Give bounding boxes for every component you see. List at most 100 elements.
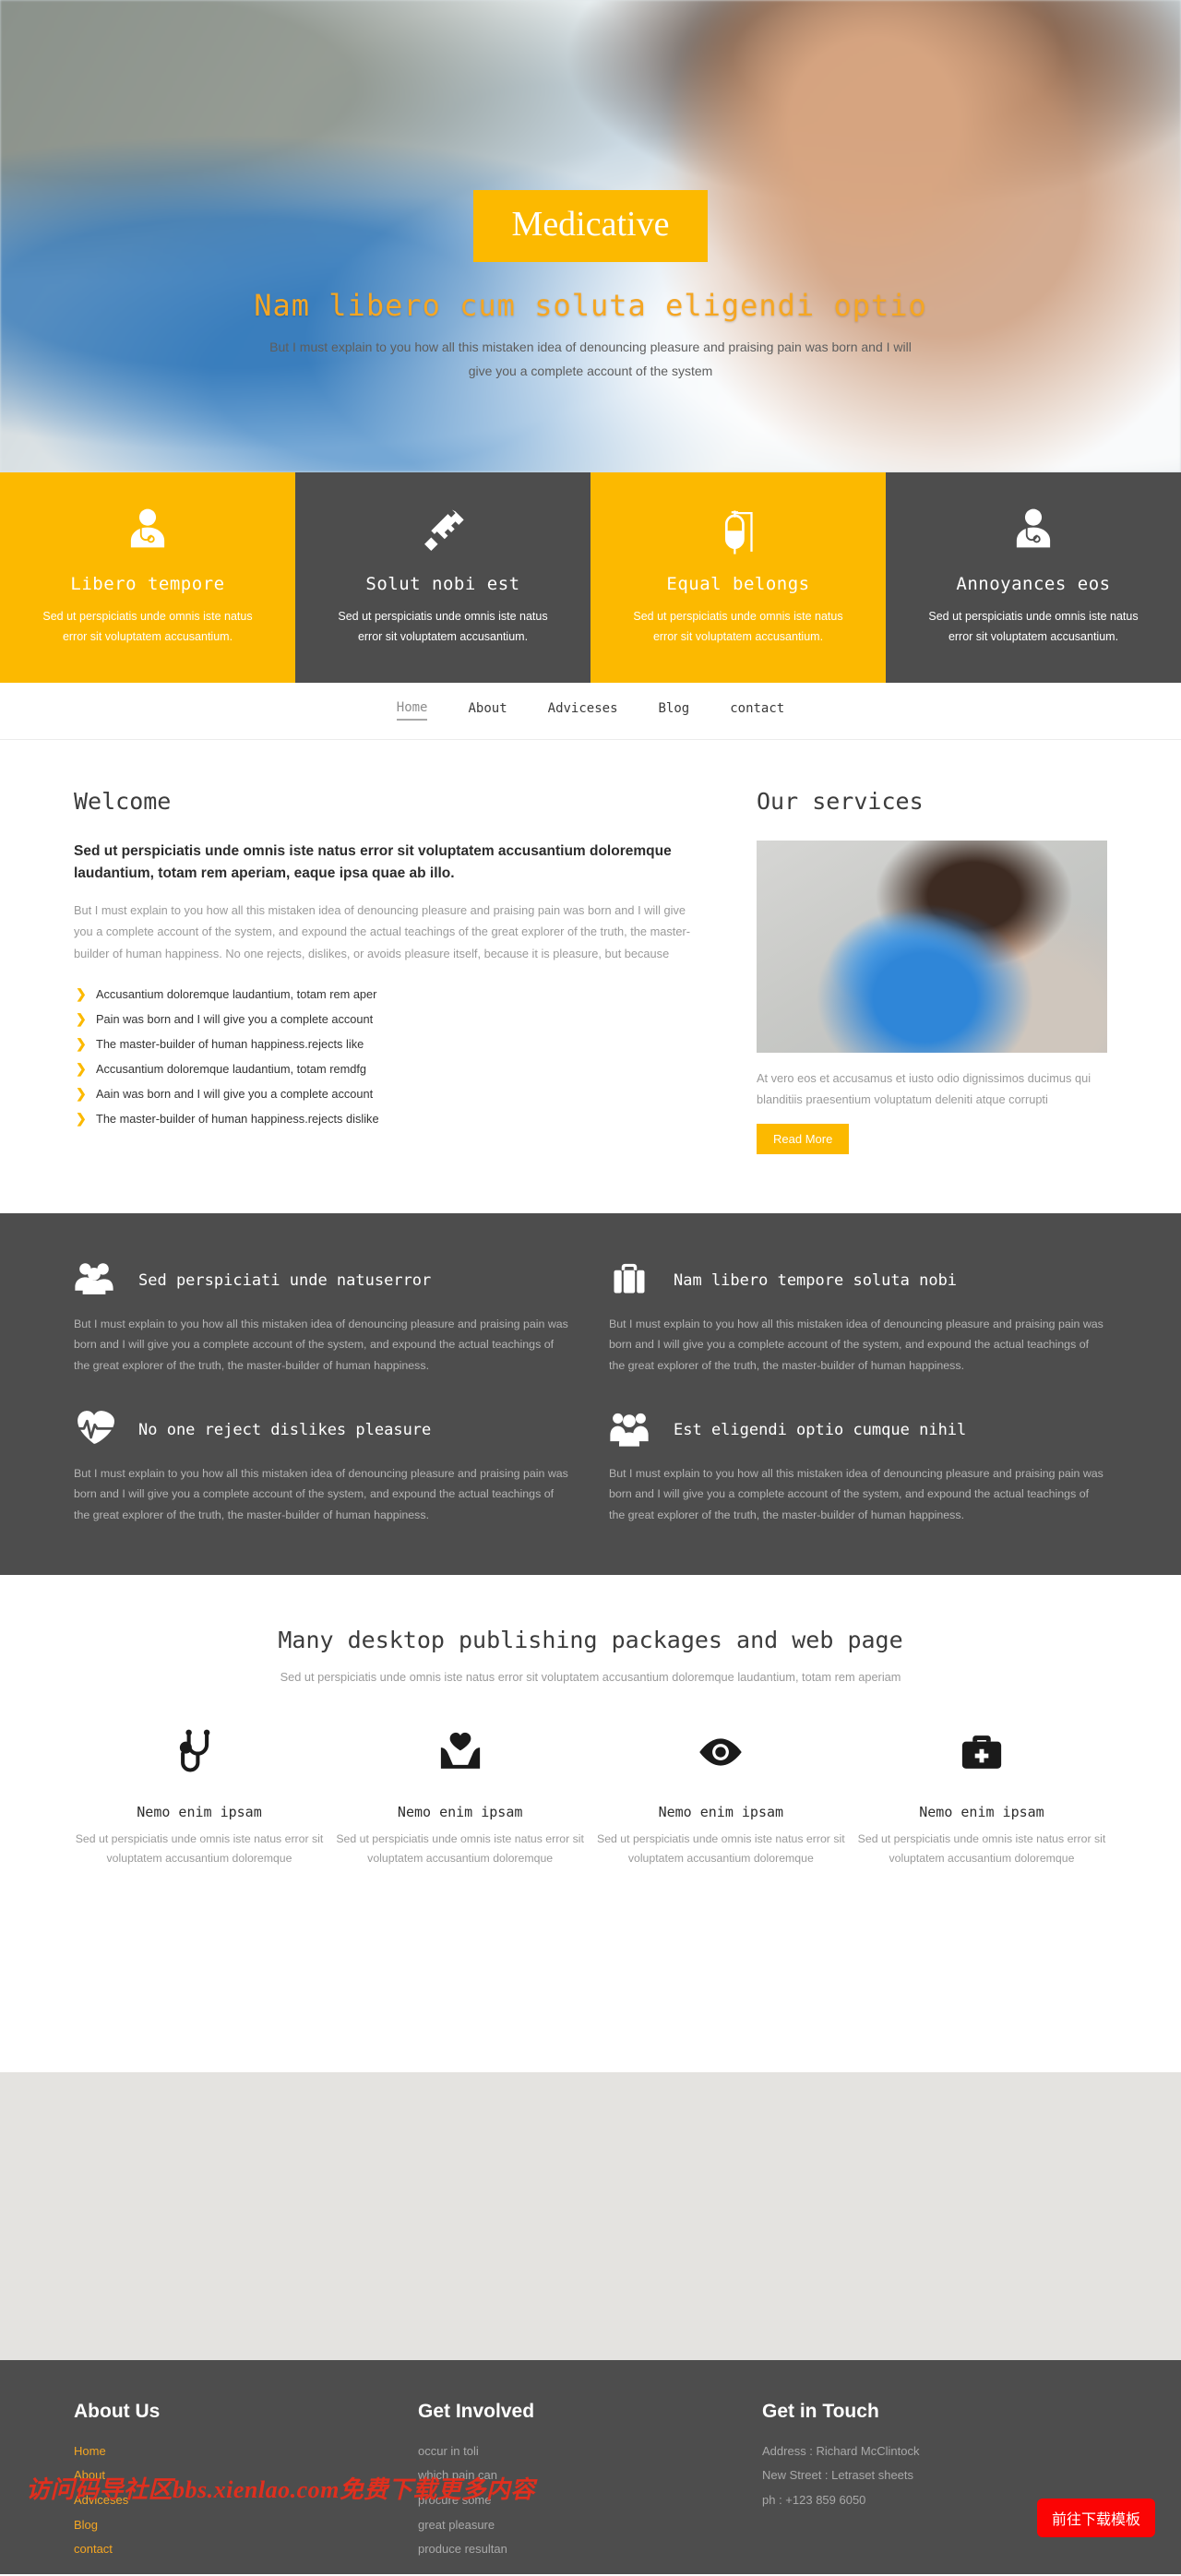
package-item-1[interactable]: Nemo enim ipsam Sed ut perspiciatis unde… [74, 1728, 325, 1868]
list-item-label: Pain was born and I will give you a comp… [96, 1011, 374, 1026]
heartbeat-icon [74, 1407, 114, 1452]
dark-feature-text: But I must explain to you how all this m… [609, 1467, 1103, 1521]
feature-title: Equal belongs [666, 574, 810, 594]
dark-feature-2: Nam libero tempore soluta nobi But I mus… [609, 1258, 1107, 1376]
package-item-4[interactable]: Nemo enim ipsam Sed ut perspiciatis unde… [856, 1728, 1107, 1868]
list-item[interactable]: ❯ Aain was born and I will give you a com… [74, 1081, 701, 1106]
feature-text: Sed ut perspiciatis unde omnis iste natu… [338, 610, 548, 643]
package-text: Sed ut perspiciatis unde omnis iste natu… [857, 1832, 1106, 1865]
list-item-label: Aain was born and I will give you a comp… [96, 1086, 374, 1101]
feature-card-2[interactable]: Solut nobi est Sed ut perspiciatis unde … [295, 472, 590, 683]
feature-title: Solut nobi est [365, 574, 520, 594]
nav-item-contact[interactable]: contact [730, 701, 784, 720]
hero-banner: Medicative Nam libero cum soluta eligend… [0, 0, 1181, 472]
footer-involved-item[interactable]: produce resultan [418, 2537, 762, 2562]
footer-link-contact[interactable]: contact [74, 2537, 418, 2562]
footer-involved-item[interactable]: occur in toli [418, 2439, 762, 2464]
welcome-lead: Sed ut perspiciatis unde omnis iste natu… [74, 842, 672, 881]
doctor-icon [923, 506, 1144, 565]
footer-link-home[interactable]: Home [74, 2439, 418, 2464]
chevron-right-icon: ❯ [76, 1110, 87, 1126]
feature-card-4[interactable]: Annoyances eos Sed ut perspiciatis unde … [886, 472, 1181, 683]
footer-touch-column: Get in Touch Address : Richard McClintoc… [762, 2401, 1106, 2562]
nav-item-blog[interactable]: Blog [659, 701, 690, 720]
welcome-services-section: Welcome Sed ut perspiciatis unde omnis i… [0, 739, 1181, 1214]
package-item-3[interactable]: Nemo enim ipsam Sed ut perspiciatis unde… [595, 1728, 846, 1868]
footer-touch-heading: Get in Touch [762, 2400, 879, 2422]
nav-item-about[interactable]: About [468, 701, 507, 720]
eye-icon [595, 1728, 846, 1796]
packages-section: Many desktop publishing packages and web… [0, 1575, 1181, 1927]
iv-drip-icon [627, 506, 849, 565]
syringe-icon [332, 506, 554, 565]
package-name: Nemo enim ipsam [658, 1804, 784, 1821]
list-item-label: Accusantium doloremque laudantium, totam… [96, 986, 377, 1001]
dark-feature-panel: Sed perspiciati unde natuserror But I mu… [0, 1213, 1181, 1576]
hero-subtitle: But I must explain to you how all this m… [269, 340, 912, 378]
dark-feature-title: Nam libero tempore soluta nobi [674, 1270, 958, 1290]
welcome-bullet-list: ❯ Accusantium doloremque laudantium, tota… [74, 982, 701, 1131]
download-template-button[interactable]: 前往下载模板 [1036, 2498, 1155, 2537]
welcome-heading: Welcome [74, 787, 172, 815]
footer-link-blog[interactable]: Blog [74, 2513, 418, 2538]
list-item-label: The master-builder of human happiness.re… [96, 1036, 364, 1051]
welcome-paragraph: But I must explain to you how all this m… [74, 902, 690, 961]
packages-title: Many desktop publishing packages and web… [278, 1627, 903, 1654]
footer-involved-heading: Get Involved [418, 2400, 535, 2422]
list-item[interactable]: ❯ The master-builder of human happiness.r… [74, 1032, 701, 1056]
site-footer: About Us Home About Adviceses Blog conta… [0, 2359, 1181, 2574]
package-text: Sed ut perspiciatis unde omnis iste natu… [336, 1832, 584, 1865]
chevron-right-icon: ❯ [76, 1085, 87, 1101]
services-image [757, 840, 1107, 1053]
services-column: Our services At vero eos et accusamus et… [757, 787, 1107, 1155]
stethoscope-icon [74, 1728, 325, 1796]
read-more-button[interactable]: Read More [757, 1124, 850, 1155]
package-text: Sed ut perspiciatis unde omnis iste natu… [75, 1832, 324, 1865]
dark-feature-text: But I must explain to you how all this m… [609, 1318, 1103, 1372]
heart-in-hands-icon [335, 1728, 586, 1796]
package-name: Nemo enim ipsam [919, 1804, 1044, 1821]
dark-feature-title: No one reject dislikes pleasure [138, 1420, 432, 1439]
feature-title: Libero tempore [70, 574, 225, 594]
medical-bag-icon [856, 1728, 1107, 1796]
dark-feature-4: Est eligendi optio cumque nihil But I mu… [609, 1407, 1107, 1525]
package-name: Nemo enim ipsam [137, 1804, 262, 1821]
chevron-right-icon: ❯ [76, 1060, 87, 1076]
package-name: Nemo enim ipsam [397, 1804, 523, 1821]
feature-card-3[interactable]: Equal belongs Sed ut perspiciatis unde o… [590, 472, 886, 683]
package-text: Sed ut perspiciatis unde omnis iste natu… [597, 1832, 845, 1865]
map-placeholder[interactable] [0, 2071, 1181, 2360]
list-item[interactable]: ❯ Accusantium doloremque laudantium, tota… [74, 982, 701, 1007]
chevron-right-icon: ❯ [76, 1035, 87, 1051]
dark-feature-title: Sed perspiciati unde natuserror [138, 1270, 432, 1290]
people-icon [609, 1407, 650, 1452]
dark-feature-title: Est eligendi optio cumque nihil [674, 1420, 967, 1439]
chevron-right-icon: ❯ [76, 985, 87, 1001]
feature-strip: Libero tempore Sed ut perspiciatis unde … [0, 472, 1181, 683]
footer-involved-item[interactable]: great pleasure [418, 2513, 762, 2538]
nav-item-home[interactable]: Home [396, 700, 428, 722]
list-item[interactable]: ❯ The master-builder of human happiness.r… [74, 1106, 701, 1131]
group-icon [74, 1258, 114, 1303]
feature-text: Sed ut perspiciatis unde omnis iste natu… [42, 610, 253, 643]
packages-subtitle: Sed ut perspiciatis unde omnis iste natu… [280, 1670, 901, 1685]
footer-address: Address : Richard McClintock [762, 2443, 920, 2458]
footer-about-heading: About Us [74, 2400, 161, 2422]
nav-item-adviceses[interactable]: Adviceses [548, 701, 618, 720]
list-item-label: Accusantium doloremque laudantium, totam… [96, 1061, 367, 1076]
briefcase-icon [609, 1258, 650, 1303]
feature-title: Annoyances eos [956, 574, 1111, 594]
list-item[interactable]: ❯ Pain was born and I will give you a com… [74, 1007, 701, 1032]
list-item[interactable]: ❯ Accusantium doloremque laudantium, tota… [74, 1056, 701, 1081]
dark-feature-1: Sed perspiciati unde natuserror But I mu… [74, 1258, 572, 1376]
services-text: At vero eos et accusamus et iusto odio d… [757, 1070, 1092, 1107]
watermark-text: 访问码导社区bbs.xienlao.com免费下载更多内容 [26, 2475, 535, 2503]
footer-street: New Street : Letraset sheets [762, 2468, 914, 2483]
hero-title: Nam libero cum soluta eligendi optio [254, 288, 927, 323]
list-item-label: The master-builder of human happiness.re… [96, 1111, 379, 1126]
dark-feature-text: But I must explain to you how all this m… [74, 1467, 568, 1521]
feature-card-1[interactable]: Libero tempore Sed ut perspiciatis unde … [0, 472, 295, 683]
services-heading: Our services [757, 787, 924, 815]
page-root: Medicative Nam libero cum soluta eligend… [0, 0, 1181, 2574]
package-item-2[interactable]: Nemo enim ipsam Sed ut perspiciatis unde… [335, 1728, 586, 1868]
